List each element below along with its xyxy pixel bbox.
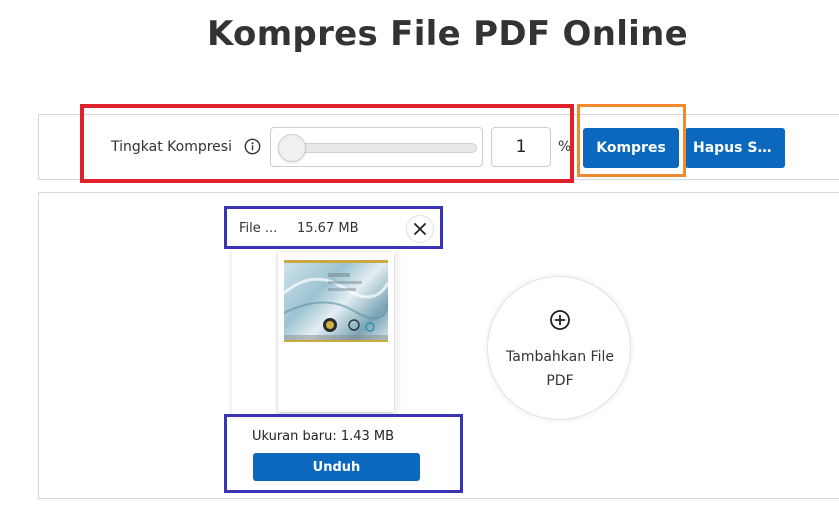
thumbnail-image bbox=[284, 260, 388, 342]
compress-button[interactable]: Kompres bbox=[583, 128, 679, 168]
file-card bbox=[232, 248, 397, 416]
compression-label: Tingkat Kompresi bbox=[111, 139, 232, 155]
file-name: File ... bbox=[239, 221, 278, 236]
plus-circle-icon bbox=[550, 310, 570, 330]
close-icon bbox=[414, 223, 426, 235]
file-workarea bbox=[38, 192, 839, 500]
add-file-button[interactable]: Tambahkan File PDF bbox=[487, 276, 631, 420]
remove-file-button[interactable] bbox=[406, 215, 434, 243]
percent-sign: % bbox=[558, 139, 572, 155]
page-title: Kompres File PDF Online bbox=[207, 14, 688, 54]
compression-slider[interactable] bbox=[270, 127, 483, 167]
page: Kompres File PDF Online Tingkat Kompresi… bbox=[0, 0, 839, 510]
divider bbox=[38, 498, 839, 499]
download-button[interactable]: Unduh bbox=[253, 453, 420, 481]
compression-value-input[interactable] bbox=[491, 127, 551, 167]
clear-all-button[interactable]: Hapus Se... bbox=[685, 128, 785, 168]
slider-track[interactable] bbox=[281, 143, 477, 153]
new-size-label: Ukuran baru: 1.43 MB bbox=[251, 429, 395, 444]
file-card-header: File ... 15.67 MB bbox=[230, 212, 438, 246]
slider-thumb[interactable] bbox=[278, 134, 306, 162]
compression-toolbar: Tingkat Kompresi % Kompres Hapus Se... bbox=[38, 114, 839, 180]
file-size: 15.67 MB bbox=[297, 221, 359, 236]
pdf-page-thumbnail bbox=[278, 252, 394, 412]
add-file-label: Tambahkan File PDF bbox=[506, 349, 614, 389]
info-icon[interactable] bbox=[244, 138, 261, 155]
